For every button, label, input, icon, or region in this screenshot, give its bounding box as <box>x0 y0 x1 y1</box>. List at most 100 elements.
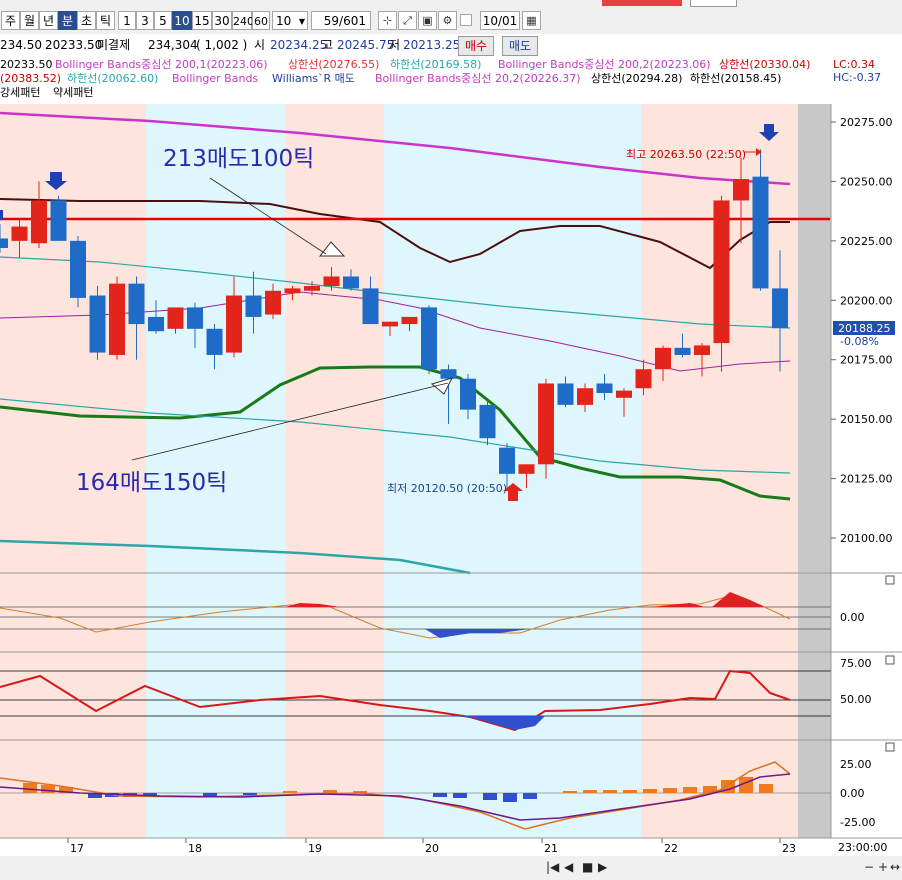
band-cyan-1 <box>146 104 286 838</box>
price-box-value: 20188.25 <box>838 322 891 335</box>
buy-button[interactable]: 매수 <box>458 36 495 56</box>
interval-240[interactable]: 240 <box>232 11 254 30</box>
hist-bar <box>23 783 37 793</box>
y-tick-label: 20175.00 <box>840 354 893 367</box>
close-icon[interactable] <box>885 575 895 585</box>
hist-bar <box>563 791 577 793</box>
hist-bar <box>583 790 597 793</box>
period-second[interactable]: 초 <box>77 11 96 30</box>
close-icon[interactable] <box>885 742 895 752</box>
candle <box>382 321 398 327</box>
y-tick-label: 20125.00 <box>840 473 893 486</box>
hist-bar <box>105 793 119 797</box>
date-field[interactable]: 10/01 <box>480 11 520 30</box>
candle <box>50 200 67 241</box>
checkbox-icon[interactable] <box>460 14 472 26</box>
hist-bar <box>721 780 735 793</box>
y-tick-label: 0.00 <box>840 787 865 800</box>
panel-close-icons[interactable] <box>885 575 895 752</box>
panel3-macd-line <box>0 773 791 821</box>
y-tick-label: 0.00 <box>840 611 865 624</box>
x-tick-label: 20 <box>425 842 439 855</box>
candle <box>460 378 476 410</box>
legend-upper-2: (20383.52) <box>0 72 62 85</box>
next-icon[interactable]: ▶ <box>598 860 608 874</box>
scroll-controls[interactable]: |◀ ◀ ■ ▶ − + ↔ <box>546 860 900 874</box>
candle <box>421 307 437 370</box>
auto-line-icon[interactable]: ⤢ <box>398 11 417 30</box>
top-right-field[interactable] <box>690 0 737 7</box>
fit-icon[interactable]: ↔ <box>890 860 900 874</box>
candle <box>0 238 8 248</box>
candle <box>284 288 301 294</box>
gear-icon[interactable]: ⚙ <box>438 11 457 30</box>
first-icon[interactable]: |◀ <box>546 860 560 874</box>
save-icon[interactable]: ▣ <box>418 11 437 30</box>
interval-1[interactable]: 1 <box>118 11 136 30</box>
x-tick-label: 18 <box>188 842 202 855</box>
low-note: 최저 20120.50 (20:50) <box>387 482 507 495</box>
sell-button[interactable]: 매도 <box>502 36 539 56</box>
candle <box>89 295 106 353</box>
period-year[interactable]: 년 <box>39 11 58 30</box>
count-select[interactable]: 10 ▼ <box>272 11 308 30</box>
legend-bear-pattern: 약세패턴 <box>53 86 94 99</box>
candle <box>479 404 496 439</box>
candle <box>187 307 203 329</box>
count-value: 10 <box>276 14 292 28</box>
hist-bar <box>203 793 217 796</box>
range-field[interactable]: 59/601 <box>311 11 371 30</box>
bollinger-lines <box>0 111 791 575</box>
candle <box>733 179 749 201</box>
candle <box>772 288 788 329</box>
quote-price-2: 20233.50 <box>45 38 103 52</box>
y-tick-label: 20200.00 <box>840 294 893 307</box>
band-pink-2 <box>286 104 384 838</box>
price-box <box>833 321 895 335</box>
candle <box>674 347 691 355</box>
prev-icon[interactable]: ◀ <box>564 860 574 874</box>
x-tick-label: 21 <box>544 842 558 855</box>
candle <box>752 176 769 289</box>
period-week[interactable]: 주 <box>1 11 20 30</box>
candle <box>635 369 652 389</box>
x-tick-label: 23 <box>782 842 796 855</box>
crosshair-tool-icon[interactable]: ⊹ <box>378 11 397 30</box>
bb-lower-teal-line <box>0 398 791 474</box>
interval-30[interactable]: 30 <box>212 11 232 30</box>
candle <box>440 369 457 379</box>
stop-icon[interactable]: ■ <box>582 860 593 874</box>
interval-5[interactable]: 5 <box>154 11 172 30</box>
top-toolbar: 주 월 년 분 초 틱 1 3 5 10 15 30 240 60 10 ▼ 59… <box>0 0 902 35</box>
high-price: 20245.75 <box>337 38 395 52</box>
bb-outer-lower-line <box>0 539 471 575</box>
y-tick-label: 20150.00 <box>840 413 893 426</box>
hist-bar <box>243 793 257 795</box>
top-right-button[interactable] <box>602 0 682 6</box>
interval-10[interactable]: 10 <box>172 11 192 30</box>
candle <box>245 295 262 317</box>
legend-value: 20233.50 <box>0 58 53 71</box>
legend-bb200-1-upper: 상한선(20276.55) <box>288 58 380 71</box>
chart-area[interactable]: 20275.0020250.0020225.0020200.0020175.00… <box>0 0 902 880</box>
hist-bar <box>59 787 73 793</box>
band-pink-3 <box>641 104 798 838</box>
calendar-icon[interactable]: ▦ <box>522 11 541 30</box>
candle <box>206 328 223 355</box>
y-tick-label: 20225.00 <box>840 235 893 248</box>
period-month[interactable]: 월 <box>20 11 39 30</box>
hist-bar <box>453 793 467 798</box>
legend-bb200-2-upper: 상한선(20330.04) <box>719 58 811 71</box>
zoom-in-icon[interactable]: + <box>878 860 888 874</box>
interval-60[interactable]: 60 <box>252 11 270 30</box>
interval-15[interactable]: 15 <box>192 11 212 30</box>
hist-bar <box>683 787 697 793</box>
period-minute[interactable]: 분 <box>58 11 77 30</box>
hist-bar <box>759 784 773 793</box>
panel2-line <box>0 669 791 732</box>
period-tick[interactable]: 틱 <box>96 11 115 30</box>
interval-3[interactable]: 3 <box>136 11 154 30</box>
panel1-pos-area <box>712 592 765 607</box>
close-icon[interactable] <box>885 655 895 665</box>
zoom-out-icon[interactable]: − <box>864 860 874 874</box>
